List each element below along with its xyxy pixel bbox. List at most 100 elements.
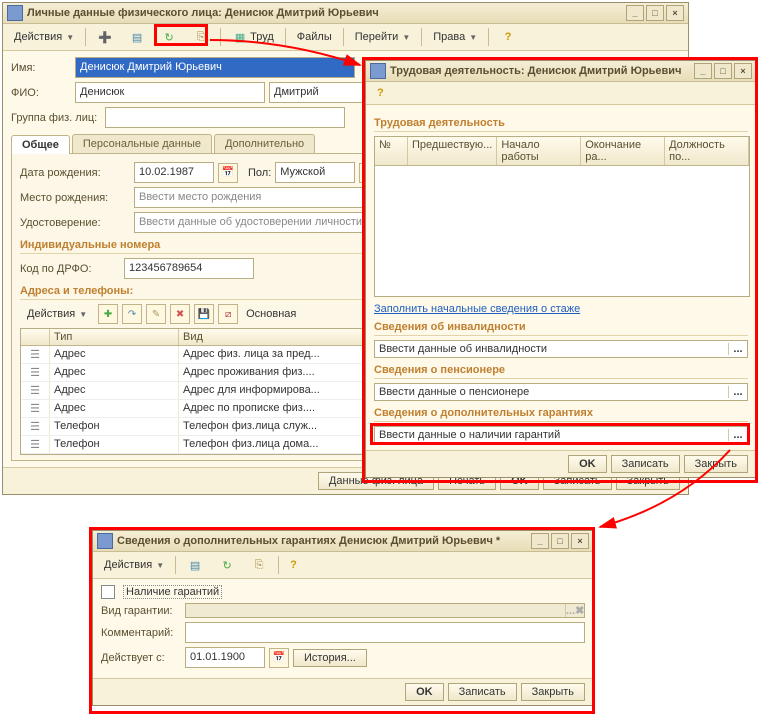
trud-button[interactable]: ▦Труд [225,26,281,48]
cell-type: Адрес [50,346,179,363]
maximize-button[interactable]: □ [714,63,732,79]
actions-menu[interactable]: Действия▼ [97,556,171,574]
group-input[interactable] [105,107,345,128]
goto-menu[interactable]: Перейти▼ [348,28,418,46]
labor-header: Трудовая деятельность [374,117,748,132]
col-prev[interactable]: Предшествую... [408,137,497,165]
maximize-button[interactable]: □ [646,5,664,21]
fill-link[interactable]: Заполнить начальные сведения о стаже [374,303,580,315]
ellipsis-icon: ... [728,429,747,441]
invalidity-field[interactable]: Ввести данные об инвалидности... [374,340,748,358]
add-icon[interactable]: ✚ [98,304,118,324]
copy-icon[interactable]: ↻ [212,554,242,576]
row-icon: ☰ [21,382,50,399]
addr-actions-menu[interactable]: Действия▼ [20,305,94,323]
lastname-input[interactable]: Денисюк [75,82,265,103]
minimize-button[interactable]: _ [694,63,712,79]
copy-icon[interactable]: ⎘ [186,26,216,48]
kind-label: Вид гарантии: [101,605,181,617]
edit-icon[interactable]: ✎ [146,304,166,324]
save-button[interactable]: Записать [448,683,517,701]
drfo-label: Код по ДРФО: [20,263,120,275]
dob-input[interactable]: 10.02.1987 [134,162,214,183]
help-icon[interactable]: ? [493,26,523,48]
drfo-input[interactable]: 123456789654 [124,258,254,279]
minimize-button[interactable]: _ [626,5,644,21]
titlebar[interactable]: Личные данные физического лица: Денисюк … [3,3,688,24]
row-icon: ☰ [21,400,50,417]
pob-input[interactable]: Ввести место рождения [134,187,364,208]
sex-label: Пол: [248,167,271,179]
rights-menu[interactable]: Права▼ [426,28,484,46]
has-guarantee-label: Наличие гарантий [123,585,222,599]
toolbar: Действия▼ ➕ ▤ ↻ ⎘ ▦Труд Файлы Перейти▼ П… [3,24,688,51]
window-icon [370,63,386,79]
close-button[interactable]: × [666,5,684,21]
comment-input[interactable] [185,622,585,643]
window-title: Сведения о дополнительных гарантиях Дени… [117,535,500,547]
from-input[interactable]: 01.01.1900 [185,647,265,668]
labor-table: № Предшествую... Начало работы Окончание… [374,136,750,297]
row-icon: ☰ [21,436,50,453]
comment-label: Комментарий: [101,627,181,639]
row-icon: ☰ [21,364,50,381]
tab-additional[interactable]: Дополнительно [214,134,315,153]
filter-icon[interactable]: ⧄ [218,304,238,324]
dob-label: Дата рождения: [20,167,130,179]
has-guarantee-checkbox[interactable] [101,585,115,599]
col-type[interactable]: Тип [50,329,179,345]
name-input[interactable]: Денисюк Дмитрий Юрьевич [75,57,355,78]
calendar-icon[interactable]: 📅 [218,163,238,183]
tab-personal[interactable]: Персональные данные [72,134,212,153]
from-label: Действует с: [101,652,181,664]
actions-menu[interactable]: Действия▼ [7,28,81,46]
row-icon: ☰ [21,418,50,435]
ok-button[interactable]: OK [568,455,607,473]
pensioner-field[interactable]: Ввести данные о пенсионере... [374,383,748,401]
col-start[interactable]: Начало работы [497,137,581,165]
close-button[interactable]: Закрыть [521,683,585,701]
invalidity-header: Сведения об инвалидности [374,321,748,336]
new-icon[interactable]: ➕ [90,26,120,48]
save-button[interactable]: Записать [611,455,680,473]
close-button[interactable]: × [734,63,752,79]
window-title: Трудовая деятельность: Денисюк Дмитрий Ю… [390,65,681,77]
refresh-icon[interactable]: ↻ [154,26,184,48]
cell-type: Телефон [50,436,179,453]
ok-button[interactable]: OK [405,683,444,701]
minimize-button[interactable]: _ [531,533,549,549]
guarantees-field[interactable]: Ввести данные о наличии гарантий... [374,426,748,444]
sex-input[interactable]: Мужской [275,162,355,183]
titlebar[interactable]: Сведения о дополнительных гарантиях Дени… [93,531,593,552]
titlebar[interactable]: Трудовая деятельность: Денисюк Дмитрий Ю… [366,61,756,82]
cell-type: Адрес [50,382,179,399]
col-n[interactable]: № [375,137,408,165]
help-icon[interactable]: ? [283,556,304,574]
col-pos[interactable]: Должность по... [665,137,749,165]
new-icon[interactable]: ▤ [180,554,210,576]
id-input[interactable]: Ввести данные об удостоверении личности [134,212,404,233]
maximize-button[interactable]: □ [551,533,569,549]
close-button[interactable]: Закрыть [684,455,748,473]
id-label: Удостоверение: [20,217,130,229]
col-end[interactable]: Окончание ра... [581,137,665,165]
window-title: Личные данные физического лица: Денисюк … [27,7,379,19]
tab-general[interactable]: Общее [11,135,70,154]
window-icon [7,5,23,21]
doc-icon[interactable]: ⎘ [244,554,274,576]
firstname-input[interactable]: Дмитрий [269,82,379,103]
ellipsis-icon: ... [728,343,747,355]
goto-icon[interactable]: ↷ [122,304,142,324]
list-icon[interactable]: ▤ [122,26,152,48]
delete-icon[interactable]: ✖ [170,304,190,324]
save-icon[interactable]: 💾 [194,304,214,324]
files-menu[interactable]: Файлы [290,28,339,46]
history-button[interactable]: История... [293,649,367,667]
close-button[interactable]: × [571,533,589,549]
help-icon[interactable]: ? [370,84,391,102]
calendar-icon[interactable]: 📅 [269,648,289,668]
pensioner-header: Сведения о пенсионере [374,364,748,379]
row-icon: ☰ [21,346,50,363]
kind-field[interactable]: ...✖ [185,603,585,618]
ellipsis-icon: ... [728,386,747,398]
